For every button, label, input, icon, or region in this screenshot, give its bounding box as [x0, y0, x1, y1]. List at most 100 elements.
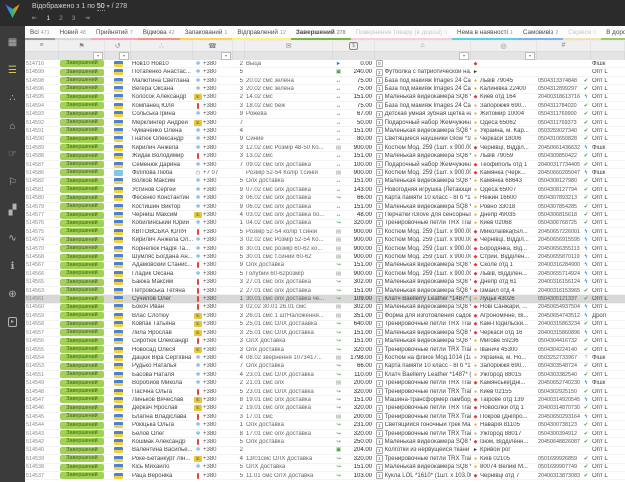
client-phone[interactable]: ❄+380	[193, 464, 233, 470]
filter-dropdown-icon[interactable]: ▾	[221, 52, 231, 60]
statistics-icon[interactable]: ▞	[0, 196, 25, 224]
filter-dropdown-icon[interactable]: ▾	[525, 52, 535, 60]
client-phone[interactable]: ❄+380	[193, 363, 233, 369]
order-row[interactable]: 514561ЗавершенийСучилов Олег+380130.01 с…	[25, 295, 625, 303]
order-row[interactable]: 514555ЗавершенийНовосад Олесяlc+3803Олх …	[25, 346, 625, 354]
client-phone[interactable]: +380	[193, 389, 233, 395]
order-row[interactable]: 514568ЗавершенийШумляс Богдана Ан...❄+38…	[25, 253, 625, 261]
client-phone[interactable]: ❄+380	[193, 69, 233, 75]
filter-client[interactable]	[131, 52, 193, 60]
page-button-2[interactable]: 2	[59, 15, 63, 22]
order-row[interactable]: 514567ЗавершенийАдамовский Станис...+380…	[25, 262, 625, 270]
order-row[interactable]: 514543ЗавершенийБелов Олег❄+380817.01 см…	[25, 430, 625, 438]
header-address[interactable]: ◎	[471, 40, 537, 51]
client-phone[interactable]: ❄+380	[193, 372, 233, 378]
client-phone[interactable]: lc+380	[193, 397, 233, 403]
orders-icon[interactable]: ☰	[0, 56, 25, 84]
client-phone[interactable]: lc+380	[193, 321, 233, 327]
filter-status[interactable]: ▾	[59, 52, 105, 60]
tab-Самовивіз[interactable]: Самовивіз2	[518, 26, 563, 40]
client-phone[interactable]: +380	[193, 338, 233, 344]
filter-id[interactable]	[25, 52, 59, 60]
order-row[interactable]: 514716ЗавершенийНов10 Нов10❄+3802Выца►0.…	[25, 60, 625, 68]
client-phone[interactable]: ❄+380	[193, 220, 233, 226]
client-phone[interactable]: lc+380	[193, 94, 233, 100]
order-row[interactable]: 514589ЗавершенийКирилич Анжела❄+380312.0…	[25, 144, 625, 152]
order-row[interactable]: 514581ЗавершенийУстинов Сергей❄+380907.0…	[25, 186, 625, 194]
header-client[interactable]: ∴	[131, 40, 193, 51]
header-price[interactable]: $	[333, 40, 375, 51]
order-row[interactable]: 514544ЗавершенийРокіцька Ольга❄+3801Олх …	[25, 421, 625, 429]
client-phone[interactable]: +380	[193, 304, 233, 310]
announcements-icon[interactable]: ⚐	[0, 168, 25, 196]
order-row[interactable]: 514565ЗавершенийБаюка Максим+380327.01 с…	[25, 279, 625, 287]
order-row[interactable]: 514540ЗавершенийВалентина Василье...❄+38…	[25, 447, 625, 455]
tab-Відмова[interactable]: Відмова42	[138, 26, 180, 40]
client-phone[interactable]: ❄+380	[193, 422, 233, 428]
order-row[interactable]: 514570ЗавершенийКорнелюк Надія Та...❄+38…	[25, 245, 625, 253]
order-row[interactable]: 514556ЗавершенийСиротюк Олександр+3803ОЛ…	[25, 337, 625, 345]
tab-Завершений[interactable]: Завершений278	[291, 26, 351, 41]
client-phone[interactable]: lc+380	[193, 347, 233, 353]
client-phone[interactable]: lc+380	[193, 456, 233, 462]
filter-ttn[interactable]	[537, 52, 591, 60]
last-page-button[interactable]: ⇥	[84, 14, 89, 22]
order-row[interactable]: 514580ЗавершенийФесенко Константин❄+3803…	[25, 195, 625, 203]
filter-address[interactable]: ▾	[471, 52, 537, 60]
client-phone[interactable]: ❄+380	[193, 237, 233, 243]
order-row[interactable]: 514563ЗавершенийПетровська Тетяна+380227…	[25, 287, 625, 295]
tab-Всі[interactable]: Всі471	[25, 26, 55, 40]
client-phone[interactable]: ❄+380	[193, 145, 233, 151]
order-row[interactable]: 514557ЗавершенийЛила Ярославlc+380325.01…	[25, 329, 625, 337]
order-row[interactable]: 514558ЗавершенийКовпак Татьянаlc+380525.…	[25, 321, 625, 329]
client-phone[interactable]: lc+380	[193, 120, 233, 126]
client-phone[interactable]: ❄+380	[193, 86, 233, 92]
order-row[interactable]: 514538ЗавершенийКісь Михайло❄+3805ОЛХ до…	[25, 464, 625, 472]
order-row[interactable]: 514539ЗавершенийРоке-Бетанкурт Лін...lc+…	[25, 455, 625, 463]
filter-dropdown-icon[interactable]: ▾	[93, 52, 103, 60]
client-phone[interactable]: +380	[193, 296, 233, 302]
client-phone[interactable]: ❄+380	[193, 204, 233, 210]
client-phone[interactable]: lc+380	[193, 330, 233, 336]
filter-source[interactable]: ▾	[105, 52, 131, 60]
tab-В дорозі додому[interactable]: В дорозі додому	[601, 26, 625, 40]
order-row[interactable]: 514582ЗавершенийВолков Максим❄+3805Олх д…	[25, 178, 625, 186]
client-phone[interactable]: ❄+380	[193, 61, 233, 67]
client-phone[interactable]: +380	[193, 103, 233, 109]
client-phone[interactable]: ❄+380	[193, 447, 233, 453]
clients-icon[interactable]: ∴	[0, 84, 25, 112]
order-row[interactable]: 514599ЗавершенийПотапенко Анастас...❄+38…	[25, 68, 625, 76]
order-row[interactable]: 514560ЗавершенийБокоч Иван+380302.02 30.…	[25, 304, 625, 312]
order-row[interactable]: 514593ЗавершенийСольська Ірина❄+3809Роже…	[25, 110, 625, 118]
store-icon[interactable]: ⌂	[0, 112, 25, 140]
client-phone[interactable]: ◷+7 07	[193, 170, 233, 176]
filter-products[interactable]: ▾	[375, 52, 471, 60]
tab-Запакований[interactable]: Запакований1	[180, 26, 233, 40]
order-row[interactable]: 514594ЗавершенийКомпанец Юля+380318.02 с…	[25, 102, 625, 110]
order-row[interactable]: 514547ЗавершенийЛиньков Вячеславlc+38081…	[25, 396, 625, 404]
tab-Сервіси[interactable]: Сервіси0	[563, 26, 601, 40]
header-status[interactable]: ⚑	[59, 40, 105, 51]
page-size-dropdown[interactable]: 50	[97, 3, 105, 11]
client-phone[interactable]: ❄+380	[193, 380, 233, 386]
tab-Прийнятий[interactable]: Прийнятий7	[91, 26, 138, 40]
order-row[interactable]: 514591ЗавершенийЧумаченко Олена❄+3804↔15…	[25, 127, 625, 135]
order-row[interactable]: 514579ЗавершенийКостишин Виктор❄+380906.…	[25, 203, 625, 211]
order-row[interactable]: 514566ЗавершенийГладик Оксана❄+3805Голуб…	[25, 270, 625, 278]
order-row[interactable]: 514592ЗавершенийМерклингер Андрейlc+3807…	[25, 119, 625, 127]
filter-price[interactable]	[333, 52, 375, 60]
tab-Повернення товару (в дорозі)[interactable]: Повернення товару (в дорозі)0	[351, 26, 452, 40]
client-phone[interactable]: ❄+380	[193, 271, 233, 277]
client-phone[interactable]: +380	[193, 229, 233, 235]
client-phone[interactable]: ❄+380	[193, 187, 233, 193]
client-phone[interactable]: ❄+380	[193, 136, 233, 142]
hand-cursor-icon[interactable]: ☞	[0, 140, 25, 168]
order-row[interactable]: 514559ЗавершенийВлас Слотюуlc+380326.01 …	[25, 312, 625, 320]
header-calls[interactable]	[233, 40, 245, 51]
header-tag[interactable]	[591, 40, 625, 51]
client-phone[interactable]: ❄+380	[193, 78, 233, 84]
order-row[interactable]: 514598ЗавершенийМалютина Светлана❄+38052…	[25, 77, 625, 85]
client-phone[interactable]: ❄+380	[193, 195, 233, 201]
order-row[interactable]: 514586ЗавершенийФіліпова Люба◷+7 07Розмі…	[25, 169, 625, 177]
client-phone[interactable]: ❄+380	[193, 246, 233, 252]
